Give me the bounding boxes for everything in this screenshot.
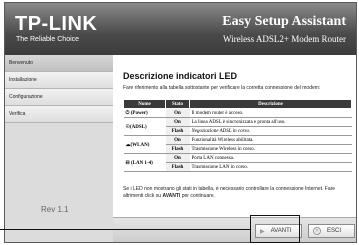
intro-text: Fare riferimento alla tabella sottostant… (123, 85, 321, 91)
main-content: Descrizione indicatori LED Fare riferime… (113, 55, 356, 217)
sidebar-item-configurazione[interactable]: Configurazione (5, 89, 113, 106)
led-description: Il modem router è acceso. (189, 108, 352, 118)
led-description: La linea ADSL è sincronizzata e pronta a… (189, 117, 352, 127)
setup-window: TP-LINK The Reliable Choice Easy Setup A… (4, 2, 357, 243)
led-description: Trasmissione Wireless in corso. (189, 144, 352, 154)
led-state: On (165, 135, 190, 145)
led-description: Trasmissione LAN in corso. (189, 162, 352, 172)
sidebar: Benvenuto Installazione Configurazione V… (5, 55, 113, 242)
led-name: (Power) (130, 111, 148, 116)
exit-button-label: ESCI (327, 228, 342, 234)
led-state: On (165, 108, 190, 118)
sidebar-item-verifica[interactable]: Verifica (5, 106, 113, 123)
led-name-cell: ☁(WLAN) (123, 135, 166, 154)
callout-highlight-box (250, 215, 300, 243)
app-subtitle: Wireless ADSL2+ Modem Router (223, 34, 346, 44)
table-row: ☁(WLAN) On Funzionalità Wireless abilita… (123, 135, 352, 154)
table-row: ☉(ADSL) On La linea ADSL è sincronizzata… (123, 117, 352, 136)
header-name: Nome (123, 99, 166, 109)
table-row: ⏻ (Power) On Il modem router è acceso. (123, 108, 352, 118)
led-name: (ADSL) (129, 124, 147, 130)
sidebar-item-installazione[interactable]: Installazione (5, 72, 113, 89)
lan-icon: ⊟ (125, 160, 130, 166)
header-state: Stato (165, 99, 190, 109)
note-text-end: per continuare. (180, 193, 216, 199)
led-state: Flash (165, 162, 190, 172)
version-label: Rev 1.1 (41, 205, 69, 214)
power-icon: ⏻ (125, 111, 130, 116)
app-title: Easy Setup Assistant (222, 14, 346, 29)
tagline: The Reliable Choice (16, 36, 80, 43)
note-text: Se i LED non mostrano gli stati in tabel… (123, 186, 336, 199)
table-row: ⊟ (LAN 1-4) On Porta LAN connessa. (123, 153, 352, 172)
led-name: (WLAN) (130, 142, 150, 148)
exit-button[interactable]: ✕ ESCI (308, 224, 355, 238)
callout-line (0, 229, 250, 230)
header-description: Descrizione (189, 99, 352, 109)
page-title: Descrizione indicatori LED (123, 71, 238, 81)
note-emphasis: AVANTI (162, 193, 181, 199)
led-description: Porta LAN connessa. (189, 153, 352, 163)
led-name: (LAN 1-4) (130, 160, 153, 166)
led-table: Nome Stato Descrizione ⏻ (Power) On Il m… (123, 99, 352, 172)
led-name-cell: ☉(ADSL) (123, 117, 166, 136)
led-state: Flash (165, 126, 190, 136)
header: TP-LINK The Reliable Choice Easy Setup A… (5, 3, 356, 55)
sidebar-item-benvenuto[interactable]: Benvenuto (5, 55, 113, 72)
table-header-row: Nome Stato Descrizione (123, 99, 352, 109)
led-state: On (165, 117, 190, 127)
led-name-cell: ⊟ (LAN 1-4) (123, 153, 166, 172)
tp-link-logo: TP-LINK (15, 13, 98, 35)
close-circle-icon: ✕ (313, 227, 321, 235)
led-name-cell: ⏻ (Power) (123, 108, 166, 118)
led-state: Flash (165, 144, 190, 154)
led-description: Funzionalità Wireless abilitata. (189, 135, 352, 145)
footer-bar: ▶ AVANTI ✕ ESCI (113, 217, 356, 242)
help-note: Se i LED non mostrano gli stati in tabel… (123, 186, 355, 200)
led-state: On (165, 153, 190, 163)
led-description: Negoziazione ADSL in corso. (189, 126, 352, 136)
